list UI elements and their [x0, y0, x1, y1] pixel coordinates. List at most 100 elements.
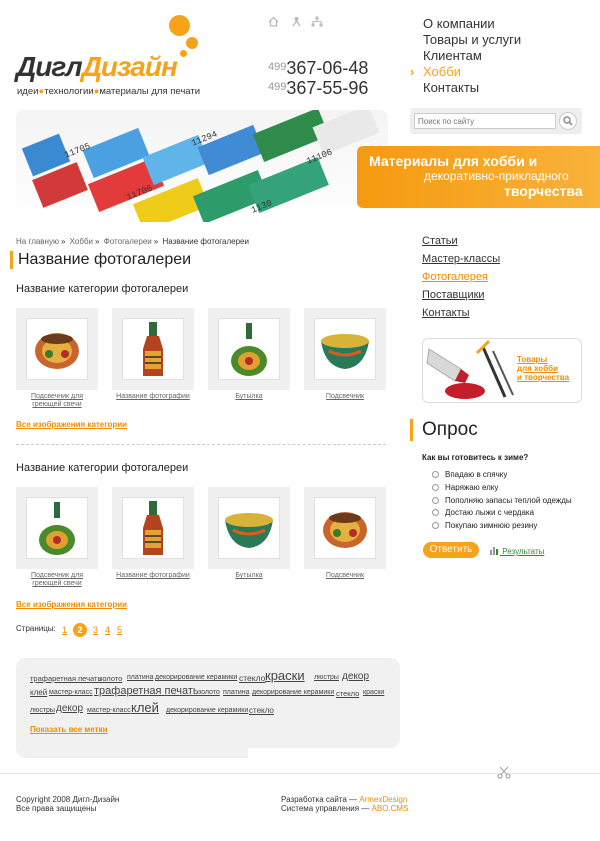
photo-image: [323, 512, 367, 548]
tag-link[interactable]: декорирование керамики: [166, 707, 248, 714]
tag-link[interactable]: платина: [127, 674, 154, 681]
poll-option[interactable]: Наряжаю елку: [432, 483, 498, 492]
side-menu-item[interactable]: Поставщики: [422, 288, 500, 306]
thumb-caption[interactable]: Название фотографии: [112, 393, 194, 401]
tag-link[interactable]: мастер-класс: [49, 689, 93, 696]
tag-link[interactable]: краски: [265, 668, 305, 683]
radio-button[interactable]: [432, 484, 439, 491]
top-menu-item[interactable]: Товары и услуги: [410, 32, 521, 48]
radio-button[interactable]: [432, 497, 439, 504]
tag-link[interactable]: декор: [342, 671, 369, 682]
home-icon[interactable]: [268, 16, 280, 28]
search-input[interactable]: [414, 113, 556, 129]
logo-tagline: идеи●технологии●материалы для печати: [17, 86, 201, 97]
hobby-banner-text[interactable]: Товары для хобби и творчества: [517, 355, 569, 382]
thumb-caption[interactable]: Подсвечник: [304, 572, 386, 580]
results-link[interactable]: Результаты: [490, 546, 544, 556]
side-menu-item-active[interactable]: Фотогалерея: [422, 270, 500, 288]
gallery-thumb[interactable]: [304, 487, 386, 569]
tag-link[interactable]: стекло: [239, 673, 265, 683]
thumb-caption[interactable]: Бутылка: [208, 393, 290, 401]
tag-link[interactable]: стекло: [336, 689, 359, 698]
paint-tube-image: [426, 339, 514, 399]
side-menu-item[interactable]: Контакты: [422, 306, 500, 324]
breadcrumb-current: Название фотогалереи: [162, 237, 249, 246]
developer-link[interactable]: ArmexDesign: [359, 795, 407, 804]
logo-part1: Дигл: [16, 51, 83, 82]
breadcrumb-hobby[interactable]: Хобби: [70, 237, 93, 246]
gallery-thumb[interactable]: [304, 308, 386, 390]
radio-button[interactable]: [432, 471, 439, 478]
tag-link[interactable]: люстры: [314, 674, 339, 681]
scissors-icon: [497, 765, 511, 779]
thumb-caption[interactable]: Подсвечник: [304, 393, 386, 401]
photo-image: [143, 322, 163, 376]
gallery-thumb[interactable]: [112, 308, 194, 390]
tag-cloud: трафаретная печать золото платина декори…: [16, 658, 400, 748]
top-menu-item-active[interactable]: Хобби: [410, 64, 521, 80]
photo-image: [321, 334, 369, 369]
tag-link[interactable]: декор: [56, 703, 83, 714]
tag-link[interactable]: золото: [198, 689, 220, 696]
tag-link[interactable]: трафаретная печать: [30, 674, 101, 683]
poll-option[interactable]: Впадаю в спячку: [432, 470, 507, 479]
top-menu-item[interactable]: О компании: [410, 16, 521, 32]
radio-button[interactable]: [432, 522, 439, 529]
tag-link[interactable]: платина: [223, 689, 250, 696]
page-link[interactable]: 1: [62, 625, 67, 635]
thumb-caption[interactable]: Бутылка: [208, 572, 290, 580]
tag-link[interactable]: клей: [30, 688, 47, 697]
page-link[interactable]: 4: [105, 625, 110, 635]
gallery-thumb[interactable]: [16, 487, 98, 569]
radio-button[interactable]: [432, 509, 439, 516]
poll-title: Опрос: [410, 419, 478, 441]
side-menu-item[interactable]: Статьи: [422, 234, 500, 252]
vote-button[interactable]: Ответить: [423, 542, 479, 558]
breadcrumb: На главную» Хобби» Фотогалереи» Название…: [16, 237, 249, 246]
page-current: 2: [73, 623, 87, 637]
phone-2: 499367-55-96: [268, 78, 369, 98]
search-button[interactable]: [559, 112, 577, 130]
tag-link[interactable]: декорирование керамики: [155, 674, 237, 681]
poll-option[interactable]: Пополняю запасы теплой одежды: [432, 496, 572, 505]
breadcrumb-photos[interactable]: Фотогалереи: [104, 237, 152, 246]
top-menu-item[interactable]: Клиентам: [410, 48, 521, 64]
thumb-caption[interactable]: Подсвечник для греющей свечи: [16, 572, 98, 588]
gallery-thumb[interactable]: [16, 308, 98, 390]
poll-option[interactable]: Достаю лыжи с чердака: [432, 508, 534, 517]
top-menu: О компании Товары и услуги Клиентам Хобб…: [410, 16, 521, 96]
all-category-images-link[interactable]: Все изображения категории: [16, 600, 127, 609]
top-menu-item[interactable]: Контакты: [410, 80, 521, 96]
feedback-icon[interactable]: [291, 16, 303, 28]
promo-line: Материалы для хобби и: [369, 153, 538, 169]
tag-link[interactable]: стекло: [249, 706, 274, 715]
page-link[interactable]: 5: [117, 625, 122, 635]
thumb-caption[interactable]: Название фотографии: [112, 572, 194, 580]
tag-link[interactable]: клей: [131, 700, 159, 715]
tag-link[interactable]: краски: [363, 689, 384, 696]
side-menu-item[interactable]: Мастер-классы: [422, 252, 500, 270]
tag-link[interactable]: золото: [99, 674, 122, 683]
logo[interactable]: ДиглДизайн: [16, 51, 178, 82]
tag-link[interactable]: мастер-класс: [87, 707, 131, 714]
all-category-images-link[interactable]: Все изображения категории: [16, 420, 127, 429]
page-title: Название фотогалереи: [10, 251, 191, 269]
divider: [16, 444, 386, 445]
tag-link[interactable]: трафаретная печать: [94, 685, 199, 697]
page-link[interactable]: 3: [93, 625, 98, 635]
poll-option[interactable]: Покупаю зимнюю резину: [432, 521, 537, 530]
breadcrumb-home[interactable]: На главную: [16, 237, 59, 246]
logo-dot: [169, 15, 190, 36]
gallery-thumb[interactable]: [208, 308, 290, 390]
tag-link[interactable]: декорирование керамики: [252, 689, 334, 696]
show-all-tags-link[interactable]: Показать все метки: [30, 725, 108, 734]
thumb-caption[interactable]: Подсвечник для греющей свечи: [16, 393, 98, 409]
cms-link[interactable]: ABO.CMS: [372, 804, 409, 813]
gallery-thumb[interactable]: [208, 487, 290, 569]
sitemap-icon[interactable]: [311, 16, 323, 28]
gallery-thumb[interactable]: [112, 487, 194, 569]
tag-link[interactable]: люстры: [30, 707, 55, 714]
logo-part2: Дизайн: [81, 51, 178, 82]
promo-banner[interactable]: Материалы для хобби и декоративно-прикла…: [357, 146, 600, 208]
photo-image: [231, 323, 267, 376]
